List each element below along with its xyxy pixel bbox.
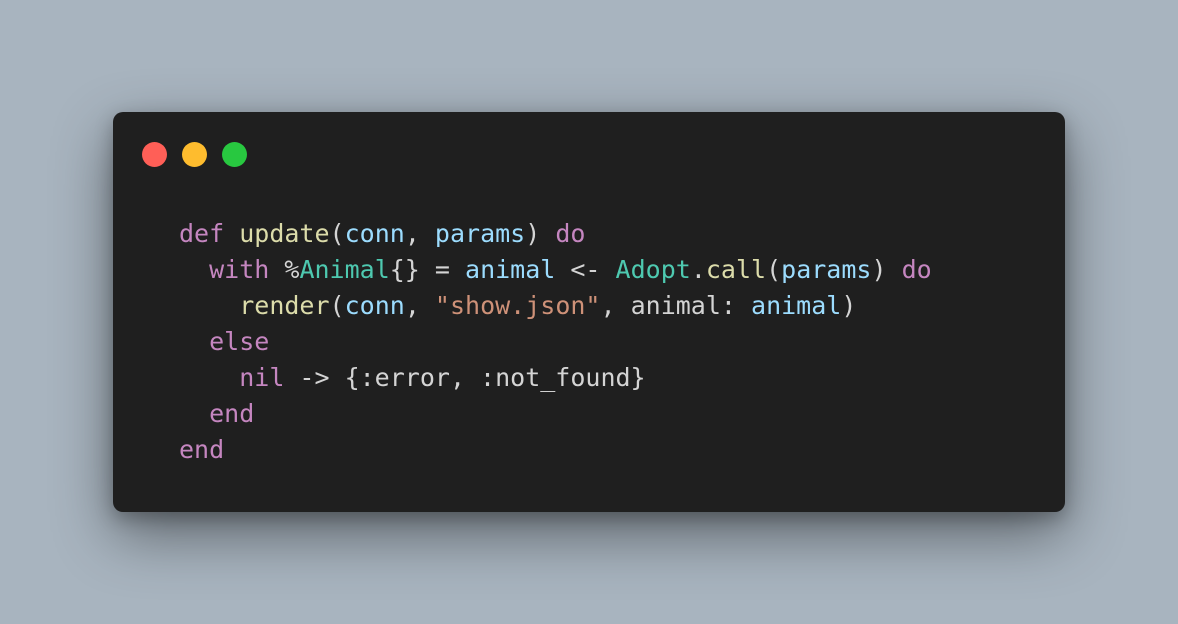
code-token: ) <box>525 219 556 248</box>
window-controls <box>142 142 247 167</box>
minimize-button[interactable] <box>182 142 207 167</box>
code-token: nil <box>239 363 285 392</box>
code-token: conn <box>344 219 405 248</box>
code-token: end <box>179 435 225 464</box>
code-line: def update(conn, params) do <box>179 216 932 252</box>
code-token: render <box>239 291 330 320</box>
code-line: nil -> {:error, :not_found} <box>179 360 932 396</box>
code-token: <- <box>555 255 616 284</box>
code-line: with %Animal{} = animal <- Adopt.call(pa… <box>179 252 932 288</box>
code-token: "show.json" <box>434 291 601 320</box>
code-token: with <box>209 255 270 284</box>
code-line: else <box>179 324 932 360</box>
code-token: conn <box>344 291 405 320</box>
code-token: animal <box>751 291 842 320</box>
code-token: , <box>404 291 435 320</box>
code-line: end <box>179 396 932 432</box>
code-token: Adopt <box>615 255 691 284</box>
code-token: ( <box>329 291 345 320</box>
code-token: {} = <box>389 255 466 284</box>
code-token: ) <box>871 255 902 284</box>
code-token: else <box>209 327 270 356</box>
code-token: ( <box>329 219 345 248</box>
code-token: params <box>781 255 872 284</box>
code-line: render(conn, "show.json", animal: animal… <box>179 288 932 324</box>
code-token: , animal: <box>600 291 752 320</box>
code-token: update <box>239 219 330 248</box>
code-token: % <box>269 255 300 284</box>
close-button[interactable] <box>142 142 167 167</box>
code-window: def update(conn, params) do with %Animal… <box>113 112 1065 512</box>
code-token: do <box>901 255 932 284</box>
zoom-button[interactable] <box>222 142 247 167</box>
code-line: end <box>179 432 932 468</box>
code-token: animal <box>465 255 556 284</box>
code-token: end <box>209 399 255 428</box>
code-token: do <box>555 219 586 248</box>
code-block: def update(conn, params) do with %Animal… <box>179 216 932 468</box>
code-token: def <box>179 219 225 248</box>
code-token: Animal <box>299 255 390 284</box>
code-token: params <box>434 219 526 248</box>
code-token: call <box>705 255 767 284</box>
code-token: ( <box>766 255 782 284</box>
code-token: , <box>404 219 435 248</box>
code-token: -> {:error, :not_found} <box>284 363 646 392</box>
code-token: . <box>690 255 706 284</box>
code-token: ) <box>841 291 857 320</box>
